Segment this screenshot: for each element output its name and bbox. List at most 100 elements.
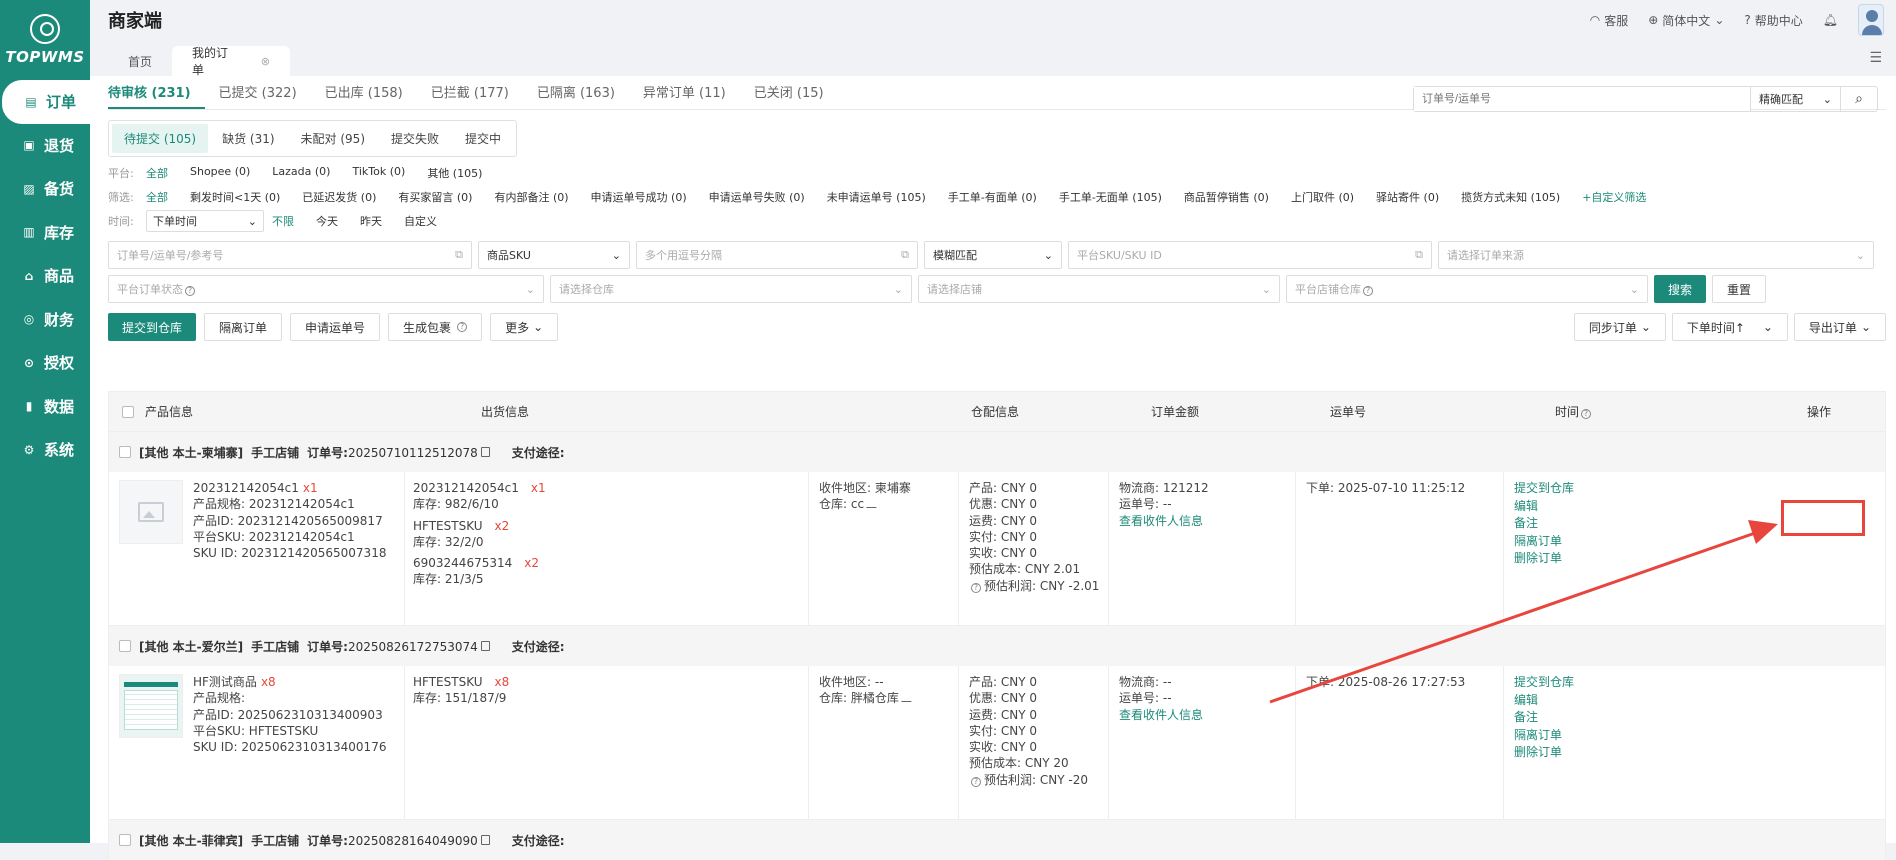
status-tab[interactable]: 已提交 (322) [219, 82, 311, 109]
platform-option[interactable]: TikTok (0) [352, 165, 405, 181]
platform-option[interactable]: 全部 [146, 165, 168, 181]
paste-icon[interactable]: ⧉ [455, 248, 463, 262]
time-option[interactable]: 不限 [272, 213, 294, 229]
row-checkbox[interactable] [119, 834, 131, 846]
copy-icon[interactable] [481, 835, 490, 845]
sub-tab[interactable]: 提交失败 [379, 124, 451, 153]
help-center-link[interactable]: ?帮助中心 [1744, 12, 1802, 29]
op-link[interactable]: 隔离订单 [1514, 727, 1885, 745]
screen-option[interactable]: 揽货方式未知 (105) [1461, 189, 1560, 205]
op-link[interactable]: 删除订单 [1514, 744, 1885, 762]
tab-home[interactable]: 首页 [108, 46, 172, 76]
sidebar-item-0[interactable]: ▤订单 [2, 80, 90, 124]
screen-option[interactable]: 未申请运单号 (105) [827, 189, 926, 205]
reset-button[interactable]: 重置 [1712, 275, 1766, 303]
isolate-order-button[interactable]: 隔离订单 [204, 313, 282, 341]
sub-tab[interactable]: 提交中 [453, 124, 513, 153]
paste-icon[interactable]: ⧉ [901, 248, 909, 262]
tab-my-orders[interactable]: 我的订单⊗ [172, 46, 290, 76]
export-orders-button[interactable]: 导出订单⌄ [1794, 313, 1886, 341]
screen-option[interactable]: 驿站寄件 (0) [1376, 189, 1439, 205]
op-link[interactable]: 备注 [1514, 709, 1885, 727]
op-link[interactable]: 提交到仓库 [1514, 674, 1885, 692]
generate-package-button[interactable]: 生成包裹? [388, 313, 482, 341]
sku-type-select[interactable]: 商品SKU⌄ [478, 241, 630, 269]
language-selector[interactable]: ⊕简体中文⌄ [1648, 12, 1724, 29]
order-search-input[interactable] [1414, 87, 1751, 111]
status-tab[interactable]: 已拦截 (177) [431, 82, 523, 109]
status-tab[interactable]: 待审核 (231) [108, 82, 205, 109]
avatar[interactable] [1858, 4, 1884, 36]
view-receiver-link[interactable]: 查看收件人信息 [1119, 707, 1295, 723]
paste-icon[interactable]: ⧉ [1415, 248, 1423, 262]
time-option[interactable]: 自定义 [404, 213, 437, 229]
screen-option[interactable]: 全部 [146, 189, 168, 205]
warehouse-select[interactable]: 请选择仓库⌄ [550, 275, 912, 303]
sidebar-item-3[interactable]: ▥库存 [0, 211, 90, 255]
row-checkbox[interactable] [119, 446, 131, 458]
platform-option[interactable]: Lazada (0) [272, 165, 330, 181]
row-checkbox[interactable] [119, 640, 131, 652]
platform-sku-input[interactable]: 平台SKU/SKU ID⧉ [1068, 241, 1432, 269]
sidebar-item-2[interactable]: ▨备货 [0, 167, 90, 211]
sidebar-item-7[interactable]: ▮数据 [0, 385, 90, 429]
screen-option[interactable]: 申请运单号成功 (0) [591, 189, 687, 205]
platform-option[interactable]: Shopee (0) [190, 165, 250, 181]
search-button[interactable]: ⌕ [1841, 87, 1877, 111]
platform-option[interactable]: 其他 (105) [427, 165, 482, 181]
chevron-down-icon: ⌄ [1262, 283, 1271, 296]
copy-icon[interactable] [481, 641, 490, 651]
screen-option[interactable]: 上门取件 (0) [1291, 189, 1354, 205]
sub-tab[interactable]: 待提交 (105) [112, 124, 208, 153]
sub-tab[interactable]: 缺货 (31) [210, 124, 286, 153]
close-icon[interactable]: ⊗ [261, 55, 270, 68]
more-button[interactable]: 更多⌄ [490, 313, 558, 341]
screen-option[interactable]: 手工单-无面单 (105) [1059, 189, 1162, 205]
screen-option[interactable]: 剩发时间<1天 (0) [190, 189, 280, 205]
status-tab[interactable]: 已隔离 (163) [537, 82, 629, 109]
time-type-select[interactable]: 下单时间⌄ [146, 210, 264, 232]
sidebar-item-6[interactable]: ⊙授权 [0, 341, 90, 385]
sidebar-item-8[interactable]: ⚙系统 [0, 428, 90, 472]
select-all-checkbox[interactable] [122, 406, 134, 418]
screen-option[interactable]: 商品暂停销售 (0) [1184, 189, 1269, 205]
search-submit-button[interactable]: 搜索 [1654, 275, 1706, 303]
sidebar-item-1[interactable]: ▣退货 [0, 124, 90, 168]
time-option[interactable]: 今天 [316, 213, 338, 229]
op-link[interactable]: 提交到仓库 [1514, 480, 1885, 498]
status-tab[interactable]: 已出库 (158) [325, 82, 417, 109]
status-tab[interactable]: 已关闭 (15) [754, 82, 838, 109]
order-ref-input[interactable]: 订单号/运单号/参考号⧉ [108, 241, 472, 269]
sidebar-item-5[interactable]: ◎财务 [0, 298, 90, 342]
screen-option[interactable]: 有内部备注 (0) [494, 189, 568, 205]
op-link[interactable]: 编辑 [1514, 692, 1885, 710]
match-type-select[interactable]: 模糊匹配⌄ [924, 241, 1062, 269]
sync-orders-button[interactable]: 同步订单⌄ [1574, 313, 1666, 341]
sort-select[interactable]: 下单时间↑⌄ [1672, 313, 1788, 341]
sub-tab[interactable]: 未配对 (95) [289, 124, 377, 153]
shop-select[interactable]: 请选择店铺⌄ [918, 275, 1280, 303]
view-receiver-link[interactable]: 查看收件人信息 [1119, 513, 1295, 529]
order-source-select[interactable]: 请选择订单来源⌄ [1438, 241, 1874, 269]
menu-icon[interactable]: ☰ [1869, 50, 1882, 66]
screen-option[interactable]: 已延迟发货 (0) [302, 189, 376, 205]
time-option[interactable]: 昨天 [360, 213, 382, 229]
screen-option[interactable]: 有买家留言 (0) [398, 189, 472, 205]
sidebar-item-4[interactable]: ⌂商品 [0, 254, 90, 298]
platform-status-select[interactable]: 平台订单状态?⌄ [108, 275, 544, 303]
customer-service-link[interactable]: ◠客服 [1590, 12, 1629, 29]
submit-warehouse-button[interactable]: 提交到仓库 [108, 313, 196, 341]
custom-filter-link[interactable]: +自定义筛选 [1582, 189, 1646, 205]
edit-icon[interactable] [901, 692, 915, 702]
screen-option[interactable]: 手工单-有面单 (0) [948, 189, 1037, 205]
apply-tracking-button[interactable]: 申请运单号 [290, 313, 380, 341]
match-mode-select[interactable]: 精确匹配⌄ [1751, 87, 1841, 111]
sku-multi-input[interactable]: 多个用逗号分隔⧉ [636, 241, 918, 269]
op-link[interactable]: 删除订单 [1514, 550, 1885, 568]
status-tab[interactable]: 异常订单 (11) [643, 82, 740, 109]
screen-option[interactable]: 申请运单号失败 (0) [709, 189, 805, 205]
copy-icon[interactable] [481, 447, 490, 457]
platform-warehouse-select[interactable]: 平台店铺仓库?⌄ [1286, 275, 1648, 303]
edit-icon[interactable] [866, 498, 880, 508]
notification-bell[interactable]: 🔔︎ [1823, 13, 1838, 27]
